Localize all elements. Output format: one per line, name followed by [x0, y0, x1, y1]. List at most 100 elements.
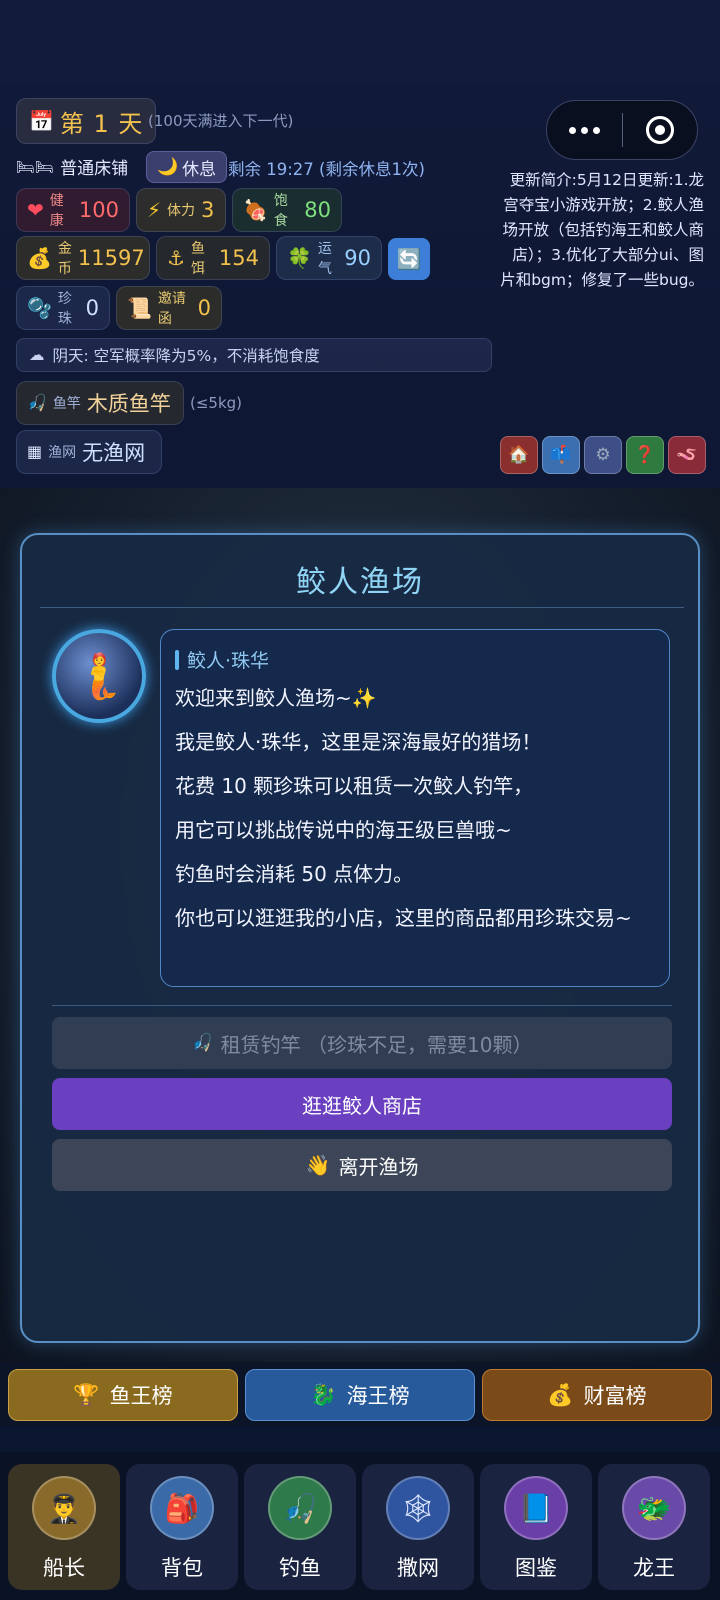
- weather-bar: ☁ 阴天: 空军概率降为5%，不消耗饱食度: [16, 338, 492, 372]
- lightning-icon: ⚡: [147, 198, 162, 222]
- day-badge: 📅 第 1 天: [16, 98, 157, 144]
- mail-button[interactable]: 📫: [542, 436, 580, 474]
- scroll-icon: 📜: [127, 296, 152, 320]
- dialog-line: 钓鱼时会消耗 50 点体力。: [175, 862, 414, 886]
- luck-stat: 🍀 运气 90: [276, 236, 382, 280]
- day-note: (100天满进入下一代): [148, 112, 294, 130]
- divider: [40, 607, 684, 608]
- trophy-icon: 🏆: [73, 1382, 100, 1407]
- satiety-label: 饱食: [273, 193, 288, 229]
- day-count: 第 1 天: [59, 109, 144, 138]
- pearl-label: 珍珠: [57, 291, 72, 327]
- close-target-icon: [645, 116, 674, 144]
- worm-icon: 🪱: [676, 445, 698, 465]
- pearl-icon: 🫧: [27, 296, 52, 320]
- fishing-rod-icon: 🎣: [268, 1476, 332, 1540]
- rest-button[interactable]: 🌙 休息: [146, 151, 228, 183]
- close-button[interactable]: [623, 116, 698, 144]
- luck-value: 90: [344, 246, 371, 270]
- health-value: 100: [78, 198, 119, 222]
- nav-collection[interactable]: 📘 图鉴: [480, 1464, 592, 1590]
- mermaid-shop-button[interactable]: 逛逛鲛人商店: [52, 1078, 672, 1130]
- hook-icon: ⚓: [167, 246, 185, 270]
- pearl-value: 0: [85, 296, 99, 320]
- bait-stat: ⚓ 鱼饵 154: [156, 236, 270, 280]
- settings-button[interactable]: ⚙: [584, 436, 622, 474]
- wealth-ranking-button[interactable]: 💰 财富榜: [482, 1369, 712, 1421]
- nav-label: 钓鱼: [279, 1556, 321, 1580]
- invite-label: 邀请函: [157, 291, 186, 327]
- net-label: 渔网: [48, 445, 77, 461]
- mermaid-icon: 🧜: [71, 651, 127, 702]
- nav-label: 图鉴: [515, 1556, 557, 1580]
- cloud-icon: ☁: [29, 346, 45, 364]
- speaker-label: 鲛人·珠华: [187, 650, 270, 672]
- worm-button[interactable]: 🪱: [668, 436, 706, 474]
- stamina-stat: ⚡ 体力 3: [136, 188, 226, 232]
- nav-backpack[interactable]: 🎒 背包: [126, 1464, 238, 1590]
- top-bar: [0, 0, 720, 84]
- clover-icon: 🍀: [287, 246, 312, 270]
- bait-label: 鱼饵: [190, 241, 205, 277]
- nav-label: 撒网: [397, 1556, 439, 1580]
- satiety-value: 80: [304, 198, 331, 222]
- rest-label: 休息: [182, 159, 217, 180]
- rod-value: 木质鱼竿: [86, 392, 171, 416]
- pearl-stat: 🫧 珍珠 0: [16, 286, 110, 330]
- mermaid-avatar: 🧜: [52, 629, 146, 723]
- leave-fishery-button[interactable]: 👋 离开渔场: [52, 1139, 672, 1191]
- gear-icon: ⚙: [595, 445, 611, 465]
- net-value: 无渔网: [82, 441, 146, 465]
- money-bag-icon: 💰: [27, 246, 52, 270]
- health-stat: ❤ 健康 100: [16, 188, 130, 232]
- help-button[interactable]: ❓: [626, 436, 664, 474]
- bait-value: 154: [218, 246, 259, 270]
- dragon-icon: 🐲: [622, 1476, 686, 1540]
- update-note: 更新简介:5月12日更新:1.龙宫夺宝小游戏开放；2.鲛人渔场开放（包括钓海王和…: [500, 171, 704, 289]
- invite-stat: 📜 邀请函 0: [116, 286, 222, 330]
- dialog-line: 你也可以逛逛我的小店，这里的商品都用珍珠交易~: [175, 906, 632, 930]
- nav-fishing[interactable]: 🎣 钓鱼: [244, 1464, 356, 1590]
- speech-bubble: 鲛人·珠华 欢迎来到鲛人渔场~✨ 我是鲛人·珠华，这里是深海最好的猎场！ 花费 …: [160, 629, 670, 987]
- luck-label: 运气: [317, 241, 332, 277]
- fish-king-ranking-button[interactable]: 🏆 鱼王榜: [8, 1369, 238, 1421]
- nav-captain[interactable]: 👨‍✈️ 船长: [8, 1464, 120, 1590]
- rent-rod-button[interactable]: 🎣 租赁钓竿 （珍珠不足，需要10颗）: [52, 1017, 672, 1069]
- mini-program-capsule: [546, 100, 698, 160]
- gold-stat: 💰 金币 11597: [16, 236, 150, 280]
- ranking-label: 财富榜: [583, 1384, 647, 1408]
- heart-icon: ❤: [27, 198, 44, 222]
- dialog-line: 欢迎来到鲛人渔场~✨: [175, 686, 377, 710]
- bed-info: 🛏🛏 普通床铺: [16, 154, 128, 180]
- more-button[interactable]: [547, 126, 622, 134]
- rent-rod-label: 租赁钓竿 （珍珠不足，需要10颗）: [220, 1032, 533, 1057]
- nav-dragon-king[interactable]: 🐲 龙王: [598, 1464, 710, 1590]
- invite-value: 0: [197, 296, 211, 320]
- dialog-text: 欢迎来到鲛人渔场~✨ 我是鲛人·珠华，这里是深海最好的猎场！ 花费 10 颗珍珠…: [175, 676, 659, 940]
- net-icon: ▦: [27, 442, 43, 461]
- nav-label: 背包: [161, 1556, 203, 1580]
- calendar-icon: 📅: [29, 109, 54, 133]
- dialog-line: 用它可以挑战传说中的海王级巨兽哦~: [175, 818, 512, 842]
- nav-cast-net[interactable]: 🕸 撒网: [362, 1464, 474, 1590]
- net-stat[interactable]: ▦ 渔网 无渔网: [16, 430, 162, 474]
- weather-text: 阴天: 空军概率降为5%，不消耗饱食度: [52, 347, 320, 365]
- book-icon: 📘: [504, 1476, 568, 1540]
- stamina-label: 体力: [167, 203, 196, 219]
- refresh-icon: 🔄: [396, 247, 422, 271]
- nav-label: 船长: [43, 1556, 85, 1580]
- rod-stat[interactable]: 🎣 鱼竿 木质鱼竿: [16, 381, 184, 425]
- sea-monster-icon: 🐉: [310, 1382, 337, 1407]
- ranking-label: 鱼王榜: [109, 1384, 173, 1408]
- fishing-rod-icon: 🎣: [27, 393, 47, 412]
- gold-icon: 💰: [547, 1382, 574, 1407]
- dialog-line: 我是鲛人·珠华，这里是深海最好的猎场！: [175, 730, 542, 754]
- satiety-stat: 🍖 饱食 80: [232, 188, 342, 232]
- sea-king-ranking-button[interactable]: 🐉 海王榜: [245, 1369, 475, 1421]
- ranking-label: 海王榜: [346, 1384, 410, 1408]
- mailbox-icon: 📫: [550, 445, 572, 465]
- refresh-button[interactable]: 🔄: [388, 238, 430, 280]
- nav-label: 龙王: [633, 1556, 675, 1580]
- wave-hand-icon: 👋: [305, 1153, 331, 1177]
- home-button[interactable]: 🏠: [500, 436, 538, 474]
